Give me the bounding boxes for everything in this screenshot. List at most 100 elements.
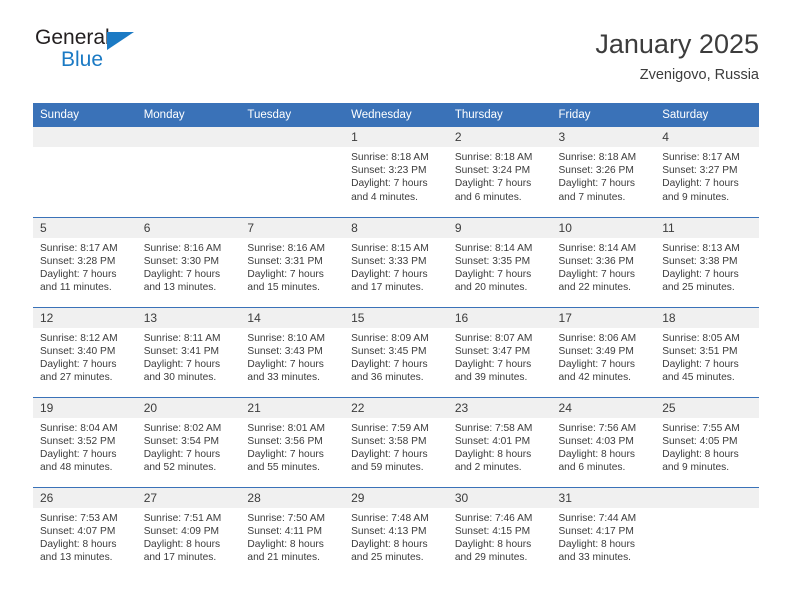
calendar-day-cell[interactable]: 27 Sunrise: 7:51 AM Sunset: 4:09 PM Dayligh… bbox=[136, 486, 241, 577]
calendar-week-row: 26 Sunrise: 7:53 AM Sunset: 4:07 PM Dayligh… bbox=[33, 486, 759, 577]
daylight-text-line1: Daylight: 7 hours bbox=[351, 268, 428, 280]
calendar-day-cell[interactable]: 9 Sunrise: 8:14 AM Sunset: 3:35 PM Daylight… bbox=[447, 216, 552, 307]
calendar-day-cell[interactable]: 18 Sunrise: 8:05 AM Sunset: 3:51 PM Dayligh… bbox=[655, 306, 759, 397]
day-details: Sunrise: 8:12 AM Sunset: 3:40 PM Daylight:… bbox=[33, 328, 137, 385]
daylight-text-line2: and 59 minutes. bbox=[351, 462, 424, 474]
daylight-text-line2: and 7 minutes. bbox=[558, 191, 626, 203]
sunset-text: Sunset: 3:51 PM bbox=[662, 345, 738, 357]
calendar-day-cell[interactable]: 19 Sunrise: 8:04 AM Sunset: 3:52 PM Dayligh… bbox=[33, 396, 137, 487]
calendar-day-cell[interactable]: 15 Sunrise: 8:09 AM Sunset: 3:45 PM Dayligh… bbox=[344, 306, 448, 397]
daylight-text-line2: and 55 minutes. bbox=[247, 462, 320, 474]
calendar-day-cell[interactable]: 22 Sunrise: 7:59 AM Sunset: 3:58 PM Dayligh… bbox=[344, 396, 448, 487]
day-details: Sunrise: 7:59 AM Sunset: 3:58 PM Daylight:… bbox=[344, 418, 448, 475]
daylight-text-line2: and 52 minutes. bbox=[143, 462, 217, 474]
day-number bbox=[136, 127, 241, 147]
calendar-day-cell[interactable]: 14 Sunrise: 8:10 AM Sunset: 3:43 PM Dayligh… bbox=[240, 306, 345, 397]
calendar-day-cell[interactable]: 26 Sunrise: 7:53 AM Sunset: 4:07 PM Dayligh… bbox=[33, 486, 137, 577]
calendar-day-cell[interactable]: 6 Sunrise: 8:16 AM Sunset: 3:30 PM Daylight… bbox=[136, 216, 241, 307]
daylight-text-line1: Daylight: 7 hours bbox=[558, 268, 635, 280]
sunrise-text: Sunrise: 7:58 AM bbox=[454, 422, 533, 434]
day-details: Sunrise: 8:14 AM Sunset: 3:36 PM Daylight:… bbox=[552, 238, 656, 295]
calendar-day-cell[interactable]: 17 Sunrise: 8:06 AM Sunset: 3:49 PM Dayligh… bbox=[551, 306, 656, 397]
calendar-day-cell[interactable]: 25 Sunrise: 7:55 AM Sunset: 4:05 PM Dayligh… bbox=[655, 396, 759, 487]
daylight-text-line1: Daylight: 7 hours bbox=[351, 178, 428, 190]
calendar-day-cell[interactable]: 7 Sunrise: 8:16 AM Sunset: 3:31 PM Daylight… bbox=[240, 216, 345, 307]
day-details: Sunrise: 8:16 AM Sunset: 3:31 PM Daylight:… bbox=[240, 238, 344, 295]
calendar-day-cell[interactable]: 20 Sunrise: 8:02 AM Sunset: 3:54 PM Dayligh… bbox=[136, 396, 241, 487]
day-details: Sunrise: 7:53 AM Sunset: 4:07 PM Daylight:… bbox=[33, 508, 137, 565]
daylight-text-line1: Daylight: 7 hours bbox=[40, 268, 117, 280]
day-details: Sunrise: 8:04 AM Sunset: 3:52 PM Daylight:… bbox=[33, 418, 137, 475]
sunset-text: Sunset: 3:26 PM bbox=[558, 165, 634, 177]
calendar-day-cell[interactable]: 4 Sunrise: 8:17 AM Sunset: 3:27 PM Daylight… bbox=[655, 127, 759, 217]
sunset-text: Sunset: 4:15 PM bbox=[454, 525, 531, 537]
day-number: 10 bbox=[551, 217, 656, 238]
daylight-text-line1: Daylight: 8 hours bbox=[558, 448, 635, 460]
sunrise-text: Sunrise: 8:17 AM bbox=[40, 242, 118, 254]
calendar-day-cell[interactable]: 10 Sunrise: 8:14 AM Sunset: 3:36 PM Dayligh… bbox=[551, 216, 656, 307]
day-details: Sunrise: 7:55 AM Sunset: 4:05 PM Daylight:… bbox=[655, 418, 759, 475]
sunset-text: Sunset: 3:31 PM bbox=[247, 255, 323, 267]
sunset-text: Sunset: 3:30 PM bbox=[143, 255, 220, 267]
weekday-header-row: Sunday Monday Tuesday Wednesday Thursday… bbox=[33, 103, 759, 127]
daylight-text-line1: Daylight: 7 hours bbox=[247, 448, 324, 460]
calendar-page: General Blue January 2025 Zvenigovo, Rus… bbox=[0, 0, 792, 612]
calendar-day-cell[interactable]: 13 Sunrise: 8:11 AM Sunset: 3:41 PM Dayligh… bbox=[136, 306, 241, 397]
sunset-text: Sunset: 3:49 PM bbox=[558, 345, 634, 357]
sunset-text: Sunset: 3:23 PM bbox=[351, 165, 427, 177]
daylight-text-line1: Daylight: 7 hours bbox=[351, 448, 428, 460]
calendar-day-cell[interactable]: 23 Sunrise: 7:58 AM Sunset: 4:01 PM Dayligh… bbox=[447, 396, 552, 487]
calendar-day-cell[interactable]: 16 Sunrise: 8:07 AM Sunset: 3:47 PM Dayligh… bbox=[447, 306, 552, 397]
sunset-text: Sunset: 3:56 PM bbox=[247, 435, 323, 447]
sunset-text: Sunset: 4:17 PM bbox=[558, 525, 634, 537]
day-number: 26 bbox=[33, 487, 137, 508]
sunset-text: Sunset: 3:52 PM bbox=[40, 435, 116, 447]
calendar-day-cell[interactable]: 11 Sunrise: 8:13 AM Sunset: 3:38 PM Dayligh… bbox=[655, 216, 759, 307]
calendar-day-cell[interactable]: 2 Sunrise: 8:18 AM Sunset: 3:24 PM Daylight… bbox=[447, 127, 552, 217]
sunrise-text: Sunrise: 8:17 AM bbox=[662, 152, 740, 163]
daylight-text-line1: Daylight: 7 hours bbox=[40, 358, 117, 370]
day-number: 28 bbox=[240, 487, 345, 508]
sunrise-text: Sunrise: 8:04 AM bbox=[40, 422, 118, 434]
daylight-text-line2: and 27 minutes. bbox=[40, 372, 113, 384]
sunrise-text: Sunrise: 8:18 AM bbox=[454, 152, 533, 163]
day-number: 31 bbox=[551, 487, 656, 508]
day-number: 23 bbox=[447, 397, 552, 418]
day-number: 19 bbox=[33, 397, 137, 418]
day-details: Sunrise: 8:07 AM Sunset: 3:47 PM Daylight:… bbox=[448, 328, 552, 385]
calendar-day-cell[interactable]: 5 Sunrise: 8:17 AM Sunset: 3:28 PM Daylight… bbox=[33, 216, 137, 307]
logo-text-general: General bbox=[35, 26, 110, 49]
daylight-text-line2: and 22 minutes. bbox=[558, 282, 632, 294]
daylight-text-line1: Daylight: 7 hours bbox=[351, 358, 428, 370]
sunset-text: Sunset: 3:45 PM bbox=[351, 345, 427, 357]
daylight-text-line1: Daylight: 8 hours bbox=[247, 538, 324, 550]
calendar-day-cell[interactable]: 8 Sunrise: 8:15 AM Sunset: 3:33 PM Daylight… bbox=[344, 216, 448, 307]
weekday-header-friday: Friday bbox=[551, 103, 656, 127]
sunset-text: Sunset: 4:03 PM bbox=[558, 435, 634, 447]
calendar-day-cell[interactable]: 3 Sunrise: 8:18 AM Sunset: 3:26 PM Daylight… bbox=[551, 127, 656, 217]
daylight-text-line2: and 39 minutes. bbox=[454, 372, 528, 384]
daylight-text-line1: Daylight: 7 hours bbox=[558, 178, 635, 190]
day-details: Sunrise: 8:11 AM Sunset: 3:41 PM Daylight:… bbox=[137, 328, 241, 385]
calendar-day-cell[interactable]: 31 Sunrise: 7:44 AM Sunset: 4:17 PM Dayligh… bbox=[551, 486, 656, 577]
sunrise-text: Sunrise: 8:16 AM bbox=[143, 242, 222, 254]
calendar-cell-empty bbox=[33, 127, 137, 217]
daylight-text-line2: and 30 minutes. bbox=[143, 372, 217, 384]
calendar-day-cell[interactable]: 29 Sunrise: 7:48 AM Sunset: 4:13 PM Dayligh… bbox=[344, 486, 448, 577]
calendar-day-cell[interactable]: 21 Sunrise: 8:01 AM Sunset: 3:56 PM Dayligh… bbox=[240, 396, 345, 487]
daylight-text-line1: Daylight: 8 hours bbox=[143, 538, 221, 550]
daylight-text-line2: and 11 minutes. bbox=[40, 282, 112, 294]
day-details: Sunrise: 8:18 AM Sunset: 3:26 PM Daylight:… bbox=[552, 147, 656, 204]
day-number: 5 bbox=[33, 217, 137, 238]
calendar-week-row: 1 Sunrise: 8:18 AM Sunset: 3:23 PM Daylight… bbox=[33, 127, 759, 217]
day-number: 7 bbox=[240, 217, 345, 238]
calendar-day-cell[interactable]: 28 Sunrise: 7:50 AM Sunset: 4:11 PM Dayligh… bbox=[240, 486, 345, 577]
sunrise-text: Sunrise: 7:59 AM bbox=[351, 422, 429, 434]
sunset-text: Sunset: 4:07 PM bbox=[40, 525, 116, 537]
calendar-day-cell[interactable]: 30 Sunrise: 7:46 AM Sunset: 4:15 PM Dayligh… bbox=[447, 486, 552, 577]
sunset-text: Sunset: 3:27 PM bbox=[662, 165, 738, 177]
calendar-day-cell[interactable]: 24 Sunrise: 7:56 AM Sunset: 4:03 PM Dayligh… bbox=[551, 396, 656, 487]
calendar-day-cell[interactable]: 1 Sunrise: 8:18 AM Sunset: 3:23 PM Daylight… bbox=[344, 127, 448, 217]
calendar-day-cell[interactable]: 12 Sunrise: 8:12 AM Sunset: 3:40 PM Dayligh… bbox=[33, 306, 137, 397]
sunrise-text: Sunrise: 8:14 AM bbox=[454, 242, 533, 254]
